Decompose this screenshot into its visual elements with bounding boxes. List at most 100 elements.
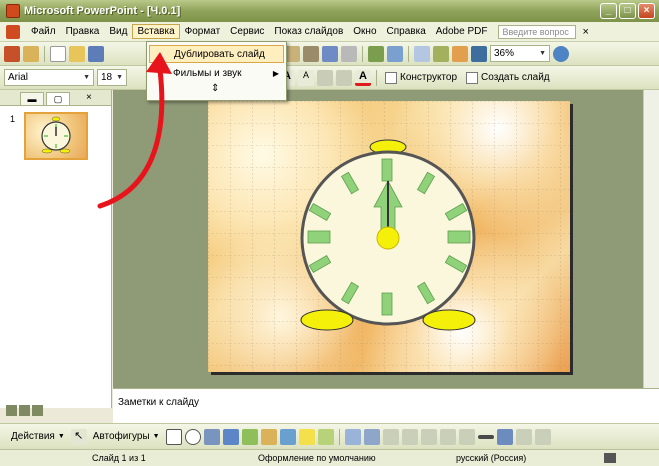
slide-thumbnail[interactable] [24,112,88,160]
new-slide-icon [466,71,479,84]
menu-tools[interactable]: Сервис [225,24,269,39]
clock-right-foot[interactable] [422,309,476,331]
oval-icon[interactable] [184,428,201,445]
show-formatting-icon[interactable] [433,45,449,62]
slideshow-view-icon[interactable] [32,405,43,416]
spelling-icon[interactable] [604,453,616,463]
toolbar-separator [338,428,340,445]
font-name-combo[interactable]: Arial ▼ [4,69,94,86]
toolbar-separator [44,45,45,62]
slide-canvas[interactable] [208,101,570,372]
slides-panel: ▬ ▢ × 1 [0,90,112,408]
chevron-down-icon: ▼ [57,433,65,440]
dash-style-icon[interactable] [496,428,513,445]
window-title: Microsoft PowerPoint - [Ч.0.1] [24,5,181,17]
maximize-button[interactable]: □ [619,3,636,19]
save-icon[interactable] [88,45,104,62]
fill-color-icon[interactable] [298,428,315,445]
clipart-icon[interactable] [260,428,277,445]
font-color-icon[interactable]: A [355,69,371,86]
slide-number: 1 [10,114,16,124]
zoom-combo[interactable]: 36% ▼ [490,45,550,62]
view-buttons [6,405,43,416]
movies-and-sound-menu-item[interactable]: Фильмы и звук ▶ [149,65,284,83]
designer-icon [385,71,397,84]
clock-center[interactable] [376,226,400,250]
decrease-font-icon[interactable]: A [298,69,314,86]
color-grayscale-icon[interactable] [471,45,487,62]
powerpoint-app-icon[interactable] [6,4,20,18]
designer-button[interactable]: Конструктор [382,71,460,84]
duplicate-slide-label: Дублировать слайд [174,49,265,60]
arrange-icon[interactable] [382,428,399,445]
submenu-arrow-icon: ▶ [272,69,279,78]
actions-menu[interactable]: Действия ▼ [8,431,68,442]
open-icon[interactable] [69,45,85,62]
notes-placeholder: Заметки к слайду [118,397,199,408]
indent-icon[interactable] [317,69,333,86]
menu-slideshow[interactable]: Показ слайдов [269,24,348,39]
undo-icon[interactable] [322,45,338,62]
picture-icon[interactable] [279,428,296,445]
textbox-icon[interactable] [203,428,220,445]
document-icon[interactable] [6,24,20,39]
3d-icon[interactable] [363,428,380,445]
design-name: Оформление по умолчанию [258,453,376,463]
toolbar-separator [408,45,409,62]
select-objects-icon[interactable]: ↖ [70,428,87,445]
tab-slides[interactable]: ▢ [46,92,70,105]
menu-adobe-pdf[interactable]: Adobe PDF [431,24,493,39]
insert-table-icon[interactable] [387,45,403,62]
insert-chart-icon[interactable] [368,45,384,62]
rotate-icon[interactable] [420,428,437,445]
help-icon[interactable] [553,45,569,62]
menu-view[interactable]: Вид [104,24,132,39]
normal-view-icon[interactable] [6,405,17,416]
rectangle-icon[interactable] [165,428,182,445]
minimize-button[interactable]: _ [600,3,617,19]
tab-outline[interactable]: ▬ [20,92,44,105]
menu-insert[interactable]: Вставка [132,24,180,39]
redo-icon[interactable] [341,45,357,62]
menu-window[interactable]: Окно [348,24,381,39]
insert-menu-dropdown: Дублировать слайд Фильмы и звук ▶ ⇕ [146,41,287,101]
format-painter-icon[interactable] [303,45,319,62]
grid-icon[interactable] [452,45,468,62]
ppt-icon[interactable] [4,45,20,62]
new-icon[interactable] [50,45,66,62]
chart-icon[interactable] [23,45,39,62]
group-icon[interactable] [458,428,475,445]
menu-edit[interactable]: Правка [61,24,105,39]
notes-pane[interactable]: Заметки к слайду [113,388,659,423]
menu-help[interactable]: Справка [382,24,431,39]
wordart-icon[interactable] [222,428,239,445]
line-style-icon[interactable] [477,434,494,439]
diagram-icon[interactable] [241,428,258,445]
movies-and-sound-label: Фильмы и звук [173,68,242,79]
font-size-value: 18 [101,72,113,83]
line-color-icon[interactable] [317,428,334,445]
help-search-input[interactable]: Введите вопрос [498,24,577,39]
font-size-combo[interactable]: 18 ▼ [97,69,127,86]
menu-format[interactable]: Формат [180,24,226,39]
close-button[interactable]: × [638,3,655,19]
autoshapes-menu[interactable]: Автофигуры ▼ [90,431,163,442]
thumbnail-clock [41,116,71,154]
duplicate-slide-menu-item[interactable]: Дублировать слайд [149,45,284,63]
align-icon[interactable] [401,428,418,445]
shadow-icon[interactable] [344,428,361,445]
arrow-style-icon[interactable] [515,428,532,445]
more-tools-icon[interactable] [534,428,551,445]
close-panel-icon[interactable]: × [86,91,92,105]
outdent-icon[interactable] [336,69,352,86]
expand-menu-icon[interactable]: ⇕ [211,83,219,94]
clock-left-foot[interactable] [300,309,354,331]
menu-file[interactable]: Файл [26,24,61,39]
expand-all-icon[interactable] [414,45,430,62]
flip-icon[interactable] [439,428,456,445]
new-slide-button[interactable]: Создать слайд [463,71,553,84]
close-document-icon[interactable]: × [582,26,588,38]
chevron-down-icon: ▼ [83,74,90,81]
slide-sorter-icon[interactable] [19,405,30,416]
vertical-scrollbar[interactable] [643,90,659,388]
